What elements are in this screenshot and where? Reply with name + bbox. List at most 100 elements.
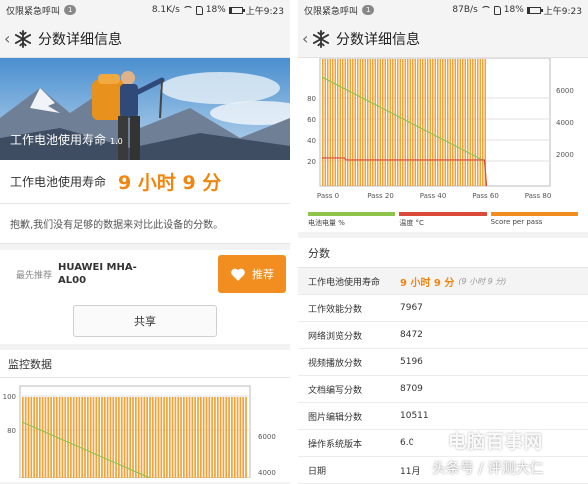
clock: 上午9:23 [543, 6, 582, 17]
score-bar [454, 59, 456, 186]
score-bar [362, 59, 364, 186]
mini-score-bar [174, 397, 177, 478]
mini-score-bar [228, 397, 230, 478]
mini-score-bar [33, 397, 35, 478]
mini-score-bar [157, 397, 160, 478]
mini-score-bar [140, 397, 143, 478]
chart-legend: 电池电量 % 温度 °C Score per pass [298, 210, 588, 232]
left-screen: 仅限紧急呼叫 1 8.1K/s 18% 上午9:23 ‹ 分数详细信息 工作电池… [0, 0, 290, 484]
mini-score-bar [149, 397, 151, 478]
legend-temperature: 温度 °C [399, 212, 487, 228]
wifi-icon [182, 6, 193, 14]
score-bar [344, 59, 346, 186]
x-tick-label: Pass 20 [367, 192, 394, 200]
mini-score-bar [78, 397, 81, 478]
row-value: 7967 [400, 303, 423, 313]
table-row: 文档编写分数 8709 [298, 376, 588, 403]
score-bar [349, 59, 351, 186]
score-bar [397, 59, 399, 186]
wifi-icon [480, 6, 491, 14]
legend-temperature-label: 温度 °C [399, 219, 424, 227]
mini-score-bar [160, 397, 163, 478]
score-bar [464, 59, 466, 186]
score-bar [447, 59, 449, 186]
mini-score-bar [50, 397, 52, 478]
page-title: 分数详细信息 [336, 31, 420, 48]
notification-badge: 1 [64, 5, 77, 15]
score-bar [449, 59, 451, 186]
mini-score-bar [106, 397, 109, 478]
mini-score-bar [38, 397, 41, 478]
score-bar [424, 59, 426, 186]
mini-score-bar [239, 397, 242, 478]
mini-score-bar [92, 397, 95, 478]
page-title: 分数详细信息 [38, 31, 122, 48]
monitor-chart: 20 40 60 80 2000 4000 6000 Pass 0 Pass 20 Pass 40… [298, 57, 588, 210]
score-bar [389, 59, 391, 186]
recommend-button[interactable]: 推荐 [218, 255, 286, 293]
score-bar [407, 59, 409, 186]
mini-score-bar [151, 397, 154, 478]
score-bar [339, 59, 341, 186]
score-bar [444, 59, 446, 186]
mini-score-bar [118, 397, 120, 478]
mini-score-bar [109, 397, 112, 478]
scores-table: 工作电池使用寿命 9 小时 9 分 (9 小时 9 分) 工作效能分数 7967 网络浏览… [298, 268, 588, 484]
row-key: 网络浏览分数 [308, 331, 363, 342]
chevron-left-icon[interactable]: ‹ [4, 29, 14, 48]
mini-score-bar [183, 397, 185, 478]
battery-icon [526, 6, 543, 14]
score-bar [372, 59, 374, 186]
row-key: 图片编辑分数 [308, 412, 363, 423]
score-bar [384, 59, 386, 186]
mini-score-bar [191, 397, 194, 478]
mini-score-bar [205, 397, 208, 478]
mini-chart-svg: 100 80 6000 4000 [3, 385, 276, 479]
score-bar [429, 59, 431, 186]
mini-score-bar [126, 397, 129, 478]
mini-score-bar [197, 397, 199, 478]
mini-y2-tick-label: 4000 [258, 469, 276, 477]
mini-score-bar [180, 397, 182, 478]
mini-score-bar [199, 397, 202, 478]
mini-score-bar [168, 397, 171, 478]
hero-banner: 工作电池使用寿命 1.0 [0, 58, 290, 160]
score-bar [382, 59, 384, 186]
right-screen: 仅限紧急呼叫 1 87B/s 18% 上午9:23 ‹ 分数详细信息 20 40 6… [298, 0, 588, 484]
mini-score-bar [143, 397, 146, 478]
share-button[interactable]: 共享 [73, 305, 217, 337]
mini-score-bar [115, 397, 117, 478]
score-bar [374, 59, 376, 186]
y-tick-label: 20 [307, 158, 316, 166]
mini-score-bar [177, 397, 180, 478]
sim-icon [493, 5, 501, 15]
score-value: 9 小时 9 分 [118, 172, 222, 194]
y-tick-label: 60 [307, 116, 316, 124]
score-bar [392, 59, 394, 186]
score-bar [364, 59, 366, 186]
x-tick-label: Pass 60 [472, 192, 499, 200]
legend-battery-label: 电池电量 % [308, 219, 345, 227]
mini-score-bar [101, 397, 103, 478]
mini-score-bar [81, 397, 84, 478]
score-bar [337, 59, 339, 186]
mini-score-bar [222, 397, 225, 478]
legend-score-swatch [490, 212, 578, 216]
mini-score-bar [36, 397, 38, 478]
score-bar [477, 59, 479, 186]
monitor-chart-mini: 100 80 6000 4000 [0, 378, 290, 482]
score-bar [472, 59, 474, 186]
score-bar [354, 59, 356, 186]
chevron-left-icon[interactable]: ‹ [302, 29, 312, 48]
table-row: 日期 11月 [298, 457, 588, 484]
score-bar [419, 59, 421, 186]
score-bar [342, 59, 344, 186]
legend-battery: 电池电量 % [308, 212, 396, 228]
score-bar [347, 59, 349, 186]
x-tick-label: Pass 0 [317, 192, 339, 200]
mini-score-bar [219, 397, 222, 478]
score-bar [432, 59, 434, 186]
mini-score-bar [194, 397, 197, 478]
x-tick-label: Pass 40 [420, 192, 447, 200]
mini-score-bar [137, 397, 140, 478]
